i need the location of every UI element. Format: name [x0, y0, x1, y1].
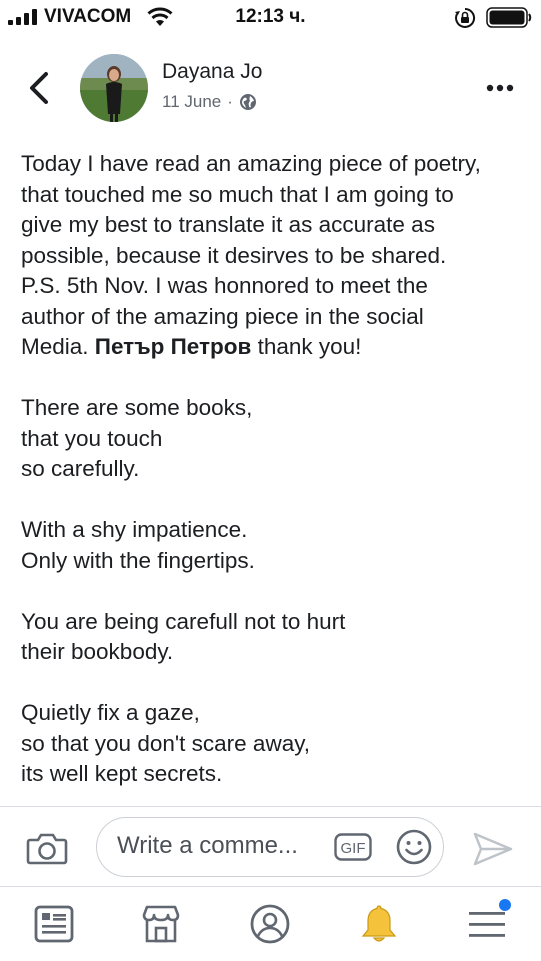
tab-bar [0, 886, 541, 961]
marketplace-icon [142, 905, 180, 943]
post-meta: 11 June · [162, 92, 257, 112]
send-icon[interactable] [472, 831, 514, 867]
poem-line: There are some books, [21, 395, 253, 420]
text-fragment: Media. [21, 334, 95, 359]
poem-line: that you touch [21, 425, 163, 451]
poem-line: You are being carefull not to hurt [21, 608, 346, 634]
profile-icon [250, 904, 290, 944]
comment-input[interactable]: Write a comme... GIF [96, 817, 444, 877]
tab-menu[interactable] [465, 899, 511, 945]
post-date[interactable]: 11 June [162, 92, 221, 112]
meta-separator: · [227, 92, 233, 111]
poem-stanza: With a shy impatience. Only with the fin… [21, 515, 531, 576]
mention-link[interactable]: Петър Петров [95, 334, 252, 359]
comment-placeholder: Write a comme... [117, 832, 298, 859]
post-body: Today I have read an amazing piece of po… [21, 149, 531, 820]
poem-stanza: Quietly fix a gaze, so that you don't sc… [21, 698, 531, 790]
menu-notification-dot [499, 899, 511, 911]
tab-notifications[interactable] [357, 903, 401, 945]
gif-icon[interactable]: GIF [334, 833, 372, 861]
comment-bar: Write a comme... GIF [0, 806, 541, 887]
svg-text:GIF: GIF [341, 840, 366, 857]
poem-line: so that you don't scare away, [21, 730, 311, 756]
tab-news-feed[interactable] [32, 903, 76, 945]
text-line: Media. Петър Петров thank you! [21, 332, 531, 363]
text-fragment: thank you! [251, 334, 362, 359]
poem-stanza: There are some books, that you touch so … [21, 393, 531, 485]
poem-line: their bookbody. [21, 639, 174, 664]
poem-stanza: You are being carefull not to hurt their… [21, 607, 531, 668]
tab-profile[interactable] [248, 903, 292, 945]
poem-line: its well kept secrets. [21, 761, 223, 786]
poem-line: Quietly fix a gaze, [21, 700, 200, 725]
tab-marketplace[interactable] [139, 903, 183, 945]
poem-line: With a shy impatience. [21, 517, 248, 542]
more-options-icon[interactable] [480, 78, 520, 98]
poem-line: so carefully. [21, 456, 140, 481]
orientation-lock-icon [455, 7, 476, 28]
camera-icon[interactable] [26, 830, 68, 866]
battery-icon [486, 7, 532, 28]
post-intro: Today I have read an amazing piece of po… [21, 149, 531, 363]
news-feed-icon [34, 905, 74, 943]
text-line: P.S. 5th Nov. I was honnored to meet the [21, 273, 428, 298]
status-bar: VIVACOM 12:13 ч. [0, 0, 541, 36]
text-line: Today I have read an amazing piece of po… [21, 151, 481, 176]
globe-icon [239, 94, 256, 110]
back-button[interactable] [24, 70, 54, 106]
poem-line: Only with the fingertips. [21, 547, 255, 573]
text-line: author of the amazing piece in the socia… [21, 303, 424, 329]
emoji-icon[interactable] [395, 828, 433, 866]
text-line: give my best to translate it as accurate… [21, 212, 435, 237]
author-avatar[interactable] [80, 54, 148, 122]
text-line: possible, because it desirves to be shar… [21, 242, 447, 268]
text-line: that touched me so much that I am going … [21, 181, 454, 207]
author-name[interactable]: Dayana Jo [162, 60, 262, 84]
bell-icon [361, 905, 397, 942]
